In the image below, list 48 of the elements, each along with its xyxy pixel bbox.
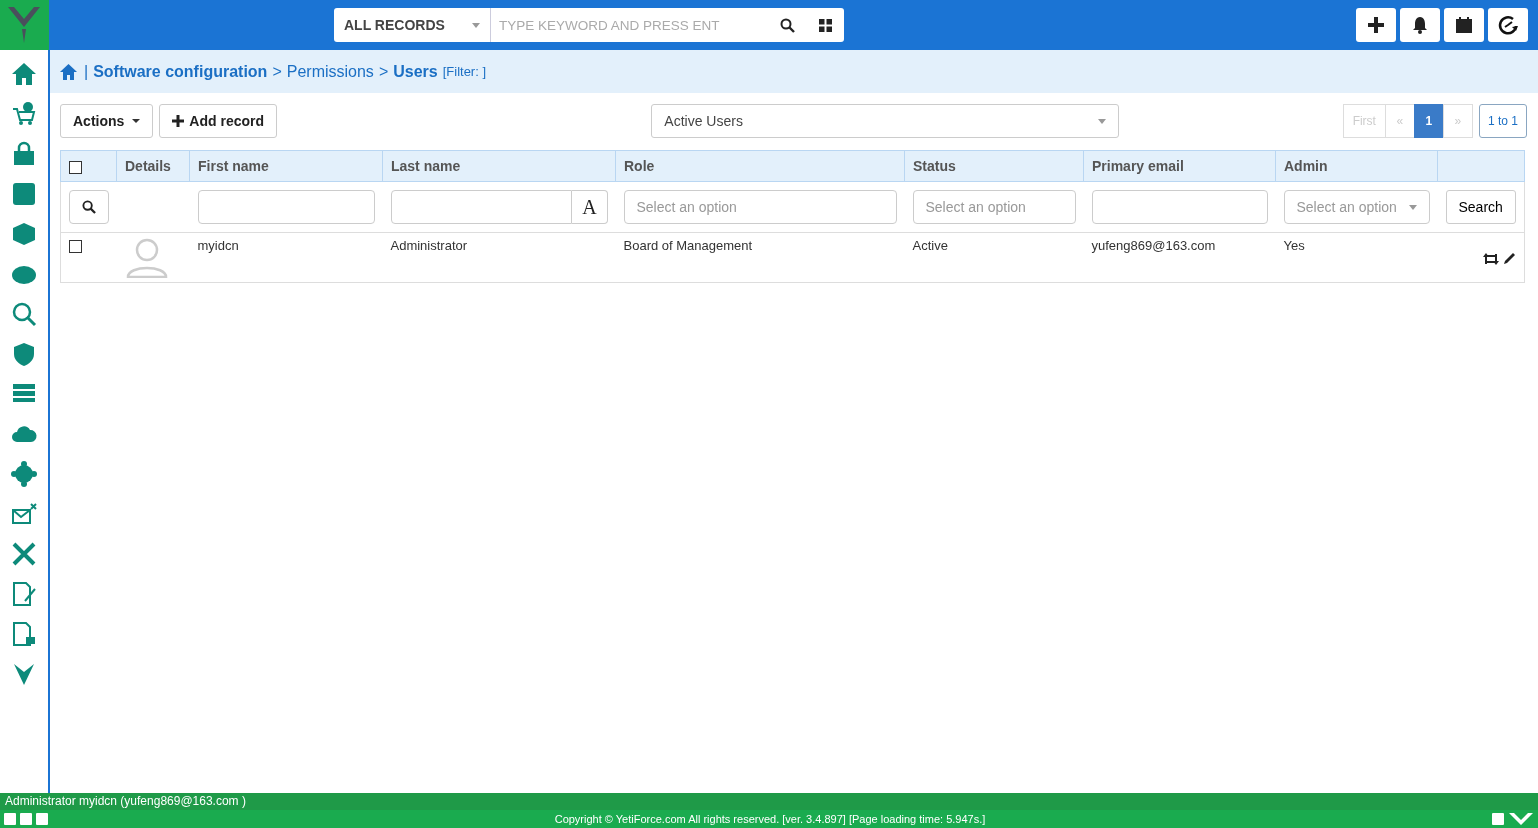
- table-cell: Board of Management: [623, 238, 753, 253]
- separator-text: |: [84, 62, 89, 81]
- page-title: Users: [393, 62, 438, 81]
- add-record-button[interactable]: Add record: [159, 104, 278, 138]
- column-header[interactable]: Last name: [391, 158, 461, 174]
- column-header[interactable]: Admin: [1284, 158, 1328, 174]
- record-count-button[interactable]: 1 to 1: [1478, 104, 1527, 138]
- search-button[interactable]: Search: [1445, 190, 1516, 224]
- add-icon[interactable]: [1356, 8, 1396, 42]
- logo-icon: [0, 0, 49, 50]
- avatar-icon: [124, 238, 169, 278]
- calendar-icon[interactable]: [1444, 8, 1484, 42]
- breadcrumb-link[interactable]: Permissions: [286, 62, 374, 81]
- filter-select[interactable]: Select an option: [623, 190, 897, 224]
- filter-field[interactable]: [1091, 190, 1268, 224]
- filter-label: [Filter: ]: [442, 64, 487, 79]
- filter-select[interactable]: Select an option: [912, 190, 1076, 224]
- search-icon[interactable]: [69, 190, 109, 224]
- page-button[interactable]: 1: [1413, 104, 1444, 138]
- table-cell: myidcn: [197, 238, 239, 253]
- case-toggle-button[interactable]: A: [572, 190, 608, 224]
- column-header[interactable]: Status: [913, 158, 956, 174]
- gear-icon[interactable]: [9, 459, 39, 489]
- clock-icon[interactable]: [1488, 8, 1528, 42]
- checkbox[interactable]: [69, 160, 82, 174]
- logo-icon: [1508, 812, 1534, 826]
- home-icon[interactable]: [60, 63, 77, 80]
- bell-icon[interactable]: [1400, 8, 1440, 42]
- swap-icon[interactable]: [1483, 253, 1500, 265]
- filter-field[interactable]: [390, 190, 573, 224]
- separator-text: >: [272, 62, 282, 81]
- column-header[interactable]: Role: [624, 158, 655, 174]
- filter-field[interactable]: [197, 190, 375, 224]
- table-cell: yufeng869@163.com: [1091, 238, 1216, 253]
- caret-icon: [472, 22, 480, 28]
- table-cell: Active: [912, 238, 948, 253]
- breadcrumb-link[interactable]: Software configuration: [93, 62, 268, 81]
- table-cell: Administrator: [390, 238, 468, 253]
- checkbox[interactable]: [69, 240, 82, 254]
- plus-icon: [172, 115, 185, 127]
- view-dropdown[interactable]: Active Users: [651, 104, 1120, 138]
- actions-button[interactable]: Actions: [60, 104, 154, 138]
- separator-text: >: [378, 62, 389, 81]
- column-header[interactable]: First name: [198, 158, 269, 174]
- user-info: Administrator myidcn (yufeng869@163.com ): [5, 794, 246, 808]
- pencil-icon[interactable]: [1503, 252, 1516, 265]
- copyright-text: Copyright © YetiForce.com All rights reserved. [ver. 3.4.897] [Page loading time: 5.947s.]: [554, 813, 986, 825]
- table-cell: Yes: [1283, 238, 1305, 253]
